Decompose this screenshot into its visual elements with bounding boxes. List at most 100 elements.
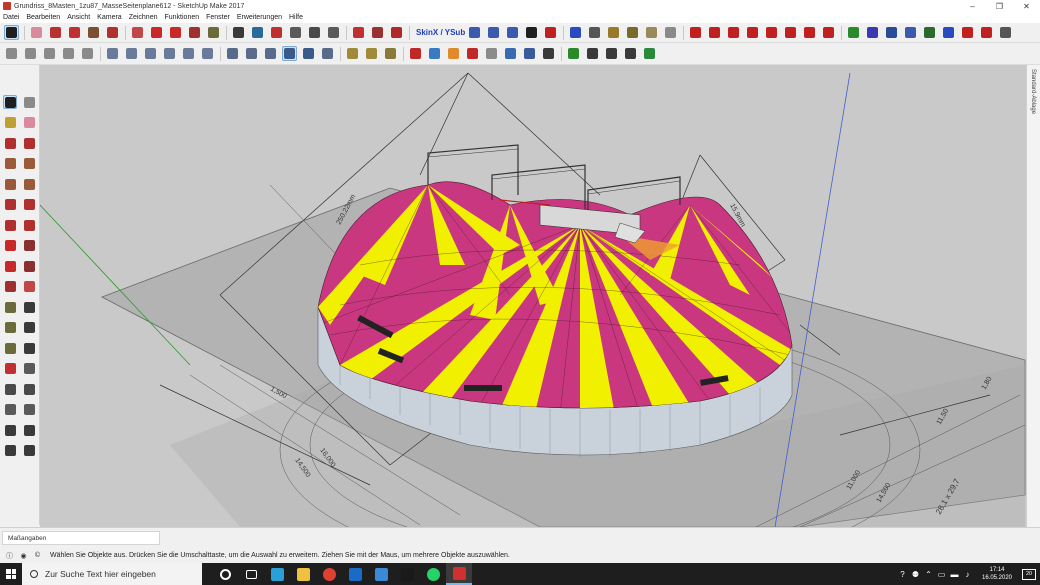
right-view-icon[interactable]: [162, 46, 177, 61]
iso-view-icon[interactable]: [105, 46, 120, 61]
component-tool-icon[interactable]: [22, 95, 36, 109]
extension-icon[interactable]: [389, 25, 404, 40]
select-tool-icon[interactable]: [3, 95, 17, 109]
component-a-icon[interactable]: [4, 46, 19, 61]
move-tool-icon[interactable]: [3, 239, 17, 253]
maximize-button[interactable]: ❐: [986, 0, 1013, 12]
3d-text-tool-icon[interactable]: [22, 341, 36, 355]
tree-icon[interactable]: [642, 46, 657, 61]
solar-icon[interactable]: [503, 46, 518, 61]
volume-icon[interactable]: ♪: [961, 563, 974, 585]
measurements-box[interactable]: Maßangaben: [2, 531, 160, 545]
3d-viewport[interactable]: 250,22mm 15,9mm 1,500 16,000 14,500 11,0…: [40, 65, 1026, 527]
pan-tool-icon[interactable]: [22, 362, 36, 376]
default-tray[interactable]: Standard-Ablage: [1026, 65, 1040, 527]
component-icon[interactable]: [625, 25, 640, 40]
tray-label[interactable]: Standard-Ablage: [1030, 69, 1036, 114]
scale-tool-icon[interactable]: [3, 280, 17, 294]
notification-center[interactable]: 20: [1022, 568, 1036, 580]
previous-view-tool-icon[interactable]: [22, 403, 36, 417]
zoom-icon[interactable]: [307, 25, 322, 40]
front-view-icon[interactable]: [143, 46, 158, 61]
dimension-icon[interactable]: [623, 46, 638, 61]
pan-icon[interactable]: [288, 25, 303, 40]
filter-icon[interactable]: [566, 46, 581, 61]
taskbar-search[interactable]: Zur Suche Text hier eingeben: [22, 563, 202, 585]
zoom-window-tool-icon[interactable]: [22, 382, 36, 396]
shaded-texture-icon[interactable]: [301, 46, 316, 61]
close-button[interactable]: ✕: [1013, 0, 1040, 12]
offset-tool-icon[interactable]: [22, 280, 36, 294]
cube-red-icon[interactable]: [465, 46, 480, 61]
menu-bearbeiten[interactable]: Bearbeiten: [26, 14, 60, 21]
menu-hilfe[interactable]: Hilfe: [289, 14, 303, 21]
flip-icon[interactable]: [846, 25, 861, 40]
arc-icon[interactable]: [67, 25, 82, 40]
rotate-icon[interactable]: [168, 25, 183, 40]
store-icon[interactable]: [368, 563, 394, 585]
undo-icon[interactable]: [960, 25, 975, 40]
component-b-icon[interactable]: [23, 46, 38, 61]
axes-icon[interactable]: [922, 25, 937, 40]
smooth-icon[interactable]: [486, 25, 501, 40]
box-icon[interactable]: [663, 25, 678, 40]
line-tool-icon[interactable]: [3, 136, 17, 150]
people-icon[interactable]: ⚉: [909, 563, 922, 585]
text-tool-icon[interactable]: [22, 321, 36, 335]
arrow-red-3-icon[interactable]: [726, 25, 741, 40]
tape-tool-icon[interactable]: [3, 300, 17, 314]
minimize-button[interactable]: –: [959, 0, 986, 12]
cube-gray-icon[interactable]: [484, 46, 499, 61]
outlook-icon[interactable]: [342, 563, 368, 585]
warehouse-icon[interactable]: [351, 25, 366, 40]
hidden-line-icon[interactable]: [263, 46, 278, 61]
shaded-icon[interactable]: [282, 46, 297, 61]
arrow-red-6-icon[interactable]: [783, 25, 798, 40]
paint-tool-icon[interactable]: [3, 116, 17, 130]
paint-red-icon[interactable]: [408, 46, 423, 61]
help-tray-icon[interactable]: ?: [896, 563, 909, 585]
cortana-icon[interactable]: [212, 563, 238, 585]
arrow-red-7-icon[interactable]: [802, 25, 817, 40]
skinx-label[interactable]: SkinX / YSub: [416, 28, 465, 37]
component-d-icon[interactable]: [61, 46, 76, 61]
select-icon[interactable]: [4, 25, 19, 40]
crease-icon[interactable]: [505, 25, 520, 40]
credits-icon[interactable]: ©: [33, 551, 42, 560]
grid-icon[interactable]: [585, 46, 600, 61]
menu-erweiterungen[interactable]: Erweiterungen: [237, 14, 282, 21]
line-icon[interactable]: [48, 25, 63, 40]
section-display-icon[interactable]: [364, 46, 379, 61]
whatsapp-icon[interactable]: [420, 563, 446, 585]
rectangle-tool-icon[interactable]: [3, 157, 17, 171]
wireframe-icon[interactable]: [244, 46, 259, 61]
arrow-red-4-icon[interactable]: [745, 25, 760, 40]
account-icon[interactable]: [998, 25, 1013, 40]
offset-icon[interactable]: [130, 25, 145, 40]
shapes-icon[interactable]: [86, 25, 101, 40]
chrome-icon[interactable]: [316, 563, 342, 585]
arrow-red-5-icon[interactable]: [764, 25, 779, 40]
clock[interactable]: 17:14 16.05.2020: [974, 566, 1020, 582]
position-camera-tool-icon[interactable]: [3, 423, 17, 437]
cube-blue-icon[interactable]: [427, 46, 442, 61]
geo-icon[interactable]: ◉: [19, 551, 28, 560]
mirror-icon[interactable]: [865, 25, 880, 40]
walk-tool-icon[interactable]: [3, 444, 17, 458]
cube-orange-icon[interactable]: [446, 46, 461, 61]
info-icon[interactable]: ⓘ: [5, 551, 14, 560]
text-icon[interactable]: [231, 25, 246, 40]
orbit-tool-icon[interactable]: [3, 362, 17, 376]
circle-tool-icon[interactable]: [3, 177, 17, 191]
arc2-tool-icon[interactable]: [22, 198, 36, 212]
component-c-icon[interactable]: [42, 46, 57, 61]
share-model-icon[interactable]: [370, 25, 385, 40]
scale-icon[interactable]: [187, 25, 202, 40]
stop-icon[interactable]: [543, 25, 558, 40]
push-pull-tool-icon[interactable]: [22, 239, 36, 253]
rotate-tool-icon[interactable]: [3, 259, 17, 273]
section-cut-icon[interactable]: [383, 46, 398, 61]
orbit-icon[interactable]: [269, 25, 284, 40]
circle-tool-icon[interactable]: [604, 46, 619, 61]
arrow-red-8-icon[interactable]: [821, 25, 836, 40]
